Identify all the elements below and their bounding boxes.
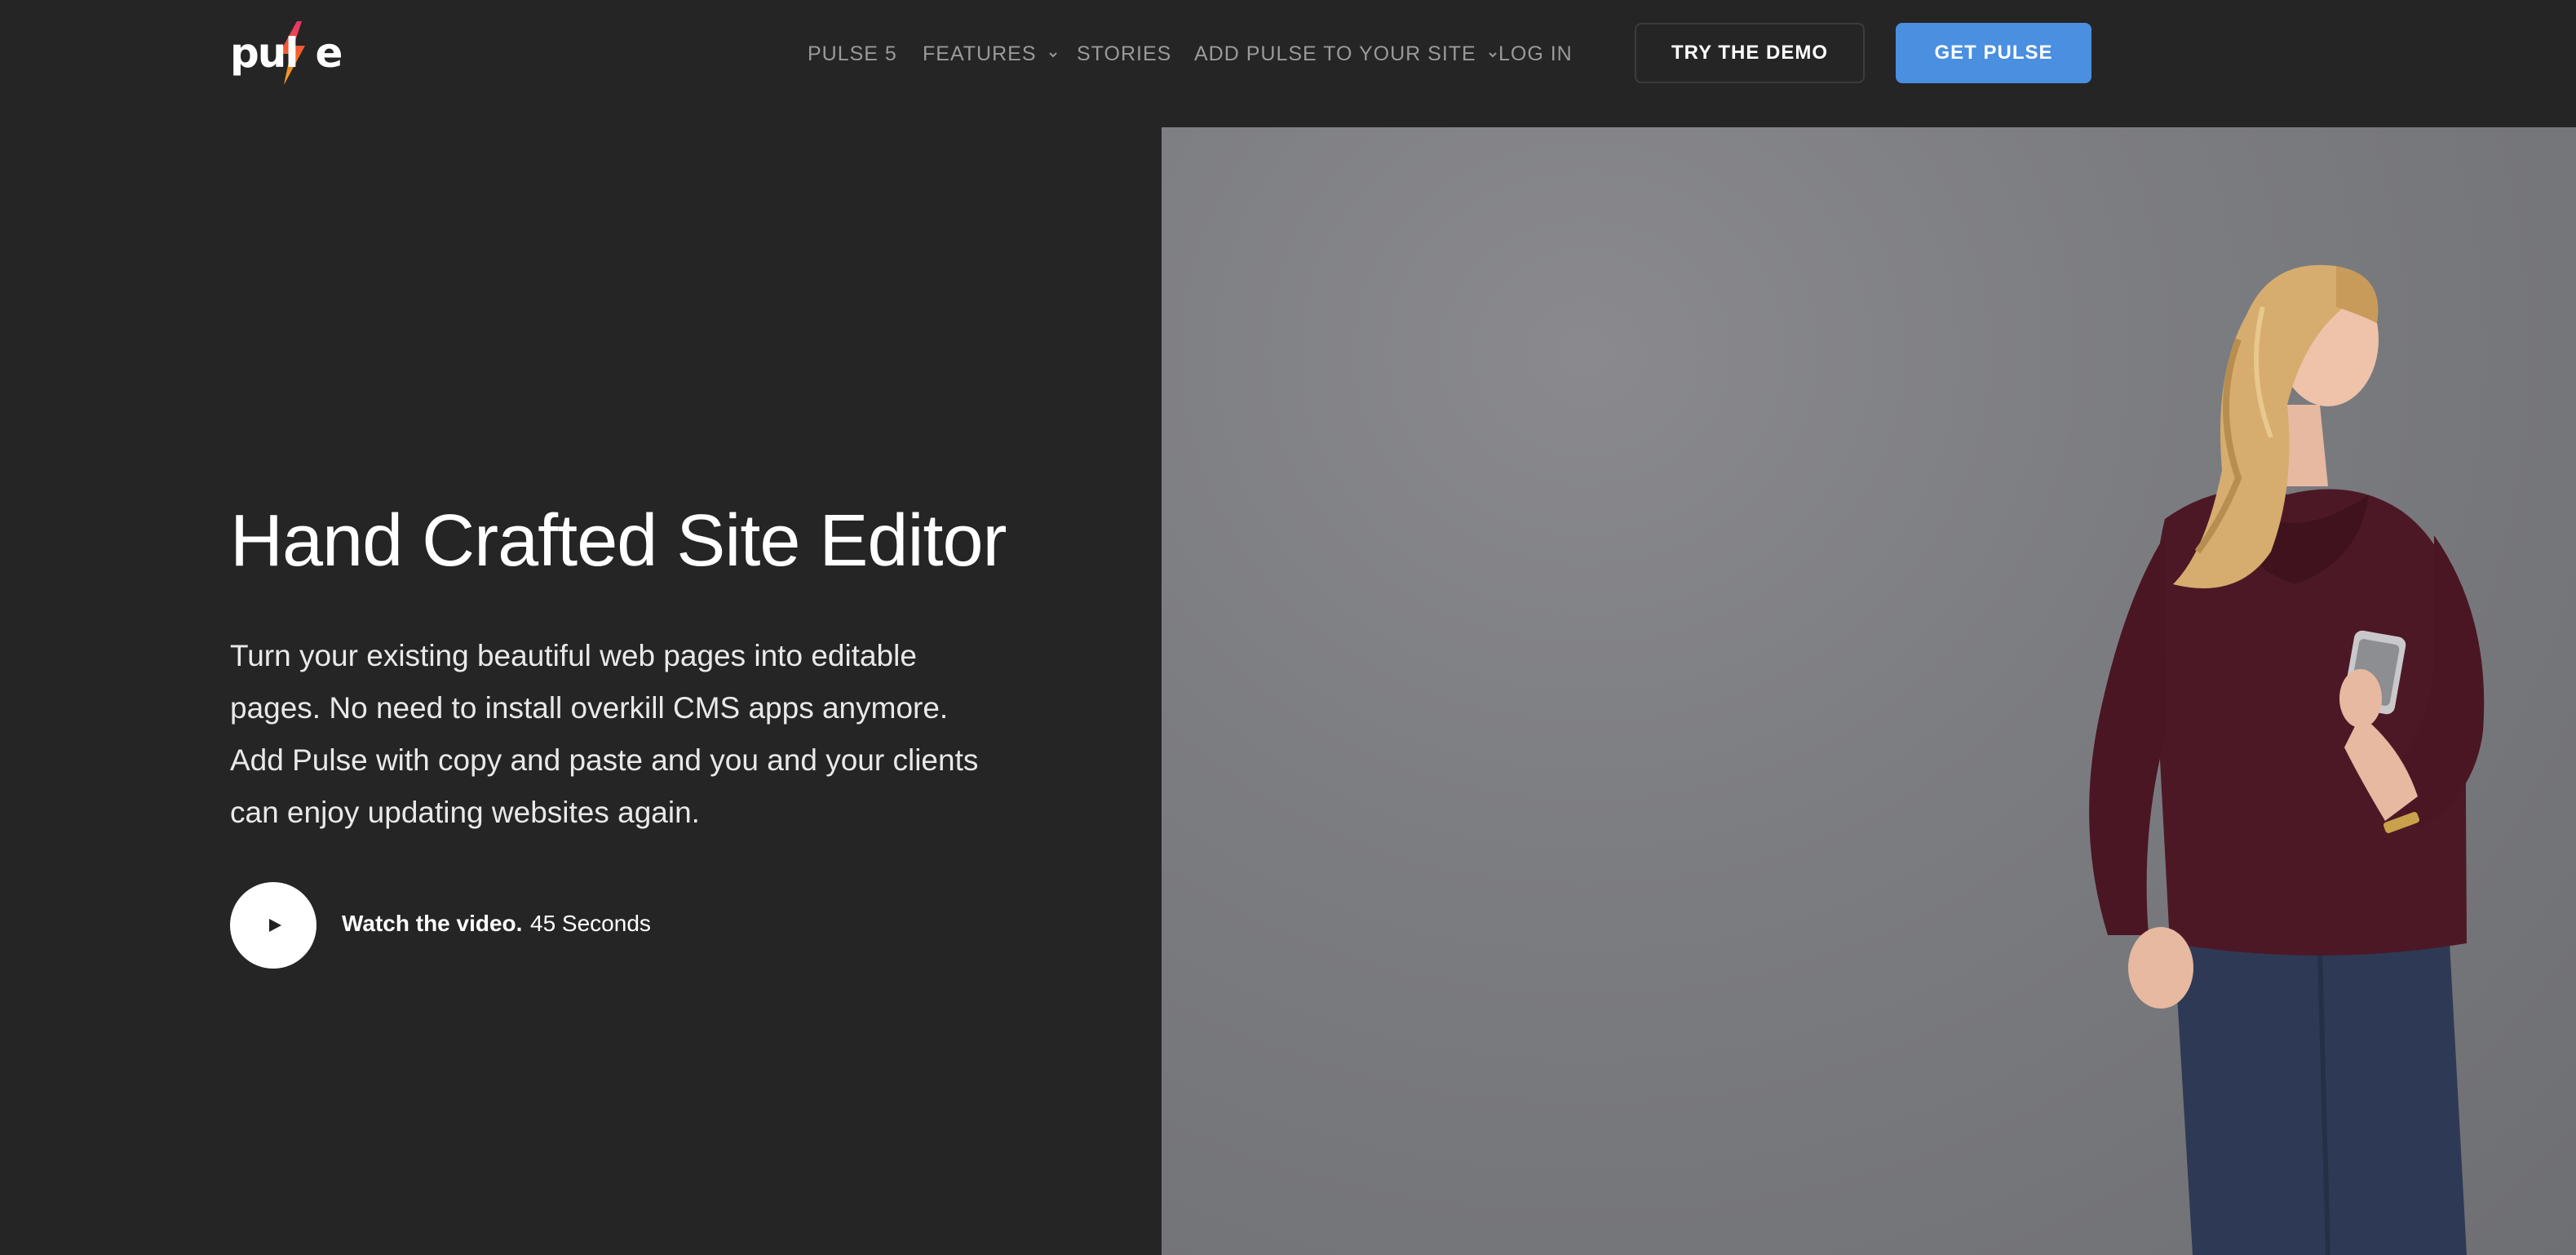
hero-description: Turn your existing beautiful web pages i… — [230, 639, 979, 829]
page: pul e PULSE 5 FEATURES STORIES ADD PULSE … — [0, 0, 2576, 1255]
video-duration: 45 Seconds — [530, 911, 651, 936]
woman-with-phone-illustration — [2089, 264, 2485, 1255]
nav-add-pulse-label: ADD PULSE TO YOUR SITE — [1194, 42, 1476, 65]
nav-features-label: FEATURES — [923, 42, 1037, 65]
site-header: pul e PULSE 5 FEATURES STORIES ADD PULSE … — [0, 0, 2576, 106]
watch-video-link[interactable]: Watch the video. — [342, 909, 522, 938]
play-icon — [269, 919, 281, 932]
nav-log-in[interactable]: LOG IN — [1498, 42, 1573, 65]
chevron-down-icon — [1489, 52, 1497, 58]
logo-wordmark: pul e — [230, 29, 343, 77]
hero-photo — [1162, 127, 2576, 1255]
nav-pulse-5[interactable]: PULSE 5 — [808, 42, 897, 65]
hero-title: Hand Crafted Site Editor — [230, 500, 1007, 582]
nav-features[interactable]: FEATURES — [923, 42, 1058, 65]
nav-stories[interactable]: STORIES — [1077, 42, 1171, 65]
play-video-button[interactable] — [230, 882, 316, 969]
chevron-down-icon — [1048, 52, 1057, 58]
get-pulse-button[interactable]: GET PULSE — [1896, 23, 2091, 83]
nav-add-pulse[interactable]: ADD PULSE TO YOUR SITE — [1194, 42, 1498, 65]
pulse-logo[interactable]: pul e — [230, 20, 343, 86]
try-demo-button[interactable]: TRY THE DEMO — [1635, 23, 1865, 83]
